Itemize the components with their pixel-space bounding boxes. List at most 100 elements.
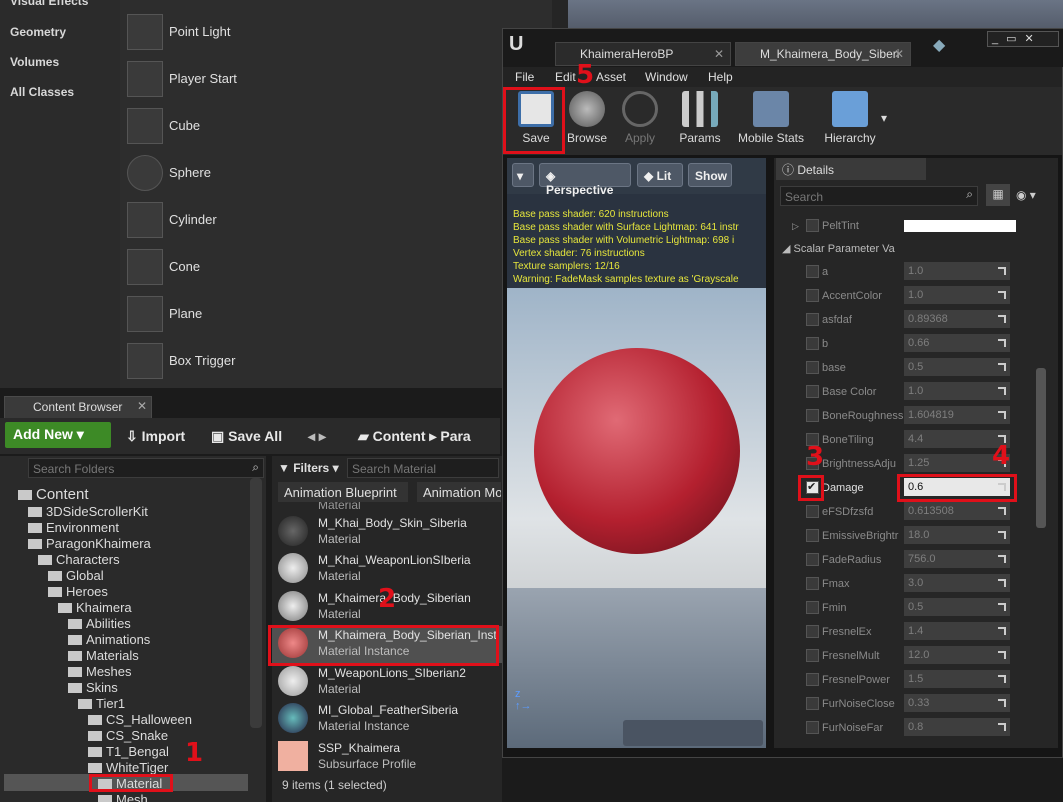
search-material-input[interactable]: Search Material — [347, 458, 499, 478]
import-button[interactable]: ⇩ Import — [120, 424, 191, 448]
section-scalar-params[interactable]: ◢ Scalar Parameter Va — [782, 242, 895, 255]
folder-item[interactable]: Tier1 — [78, 696, 125, 711]
param-value-input[interactable]: 1.0 — [904, 286, 1010, 304]
param-value-input[interactable]: 12.0 — [904, 646, 1010, 664]
close-icon[interactable]: ✕ — [137, 399, 147, 413]
details-search-input[interactable]: Search ⌕ — [780, 186, 978, 206]
mobile-stats-button[interactable]: Mobile Stats — [735, 91, 807, 151]
param-value-input[interactable]: 1.4 — [904, 622, 1010, 640]
param-override-checkbox[interactable] — [806, 721, 819, 734]
asset-item[interactable]: M_Khai_WeaponLionSIberia Material — [272, 551, 502, 588]
param-override-checkbox[interactable] — [806, 649, 819, 662]
folder-item[interactable]: Environment — [28, 520, 119, 535]
category-visual-effects[interactable]: Visual Effects — [10, 0, 88, 8]
asset-item[interactable]: M_WeaponLions_SIberian2 Material — [272, 664, 502, 701]
folder-item[interactable]: CS_Snake — [88, 728, 168, 743]
param-override-checkbox[interactable] — [806, 409, 819, 422]
folder-item[interactable]: ParagonKhaimera — [28, 536, 151, 551]
param-override-checkbox[interactable] — [806, 601, 819, 614]
material-preview-viewport[interactable]: ▾ ◈ Perspective ◆ Lit Show Base pass sha… — [507, 158, 766, 748]
preview-shape-buttons[interactable] — [623, 720, 763, 746]
add-new-button[interactable]: Add New ▾ — [5, 422, 111, 448]
param-override-checkbox[interactable] — [806, 337, 819, 350]
param-value-input[interactable]: 1.0 — [904, 382, 1010, 400]
param-override-checkbox[interactable] — [806, 289, 819, 302]
param-value-input[interactable]: 0.613508 — [904, 502, 1010, 520]
folder-item[interactable]: Characters — [38, 552, 120, 567]
folder-item[interactable]: Meshes — [68, 664, 132, 679]
menu-window[interactable]: Window — [645, 70, 688, 84]
folder-item[interactable]: Animations — [68, 632, 150, 647]
menu-edit[interactable]: Edit — [555, 70, 576, 84]
asset-item[interactable]: MI_Global_FeatherSiberia Material Instanc… — [272, 701, 502, 738]
window-controls[interactable]: _▭✕ — [987, 31, 1059, 47]
param-value-input[interactable]: 0.8 — [904, 718, 1010, 736]
tab-content-browser[interactable]: Content Browser ✕ — [4, 396, 152, 418]
grid-view-icon[interactable]: ▦ — [986, 184, 1010, 206]
asset-item[interactable]: SSP_Khaimera Subsurface Profile — [272, 739, 502, 776]
close-icon[interactable]: ✕ — [894, 47, 904, 61]
param-value-input[interactable]: 0.5 — [904, 358, 1010, 376]
param-override-checkbox[interactable] — [806, 577, 819, 590]
category-all-classes[interactable]: All Classes — [10, 85, 74, 99]
folder-item[interactable]: Materials — [68, 648, 139, 663]
param-value-input[interactable]: 0.33 — [904, 694, 1010, 712]
tab-details[interactable]: ⓘ Details — [776, 158, 926, 180]
param-value-input[interactable]: 0.89368 — [904, 310, 1010, 328]
filters-button[interactable]: ▼ Filters ▾ — [278, 458, 340, 478]
filter-chip[interactable]: Animation Blueprint — [278, 482, 408, 502]
asset-item[interactable]: M_Khai_Body_Skin_Siberia Material — [272, 514, 502, 551]
param-value-input[interactable]: 18.0 — [904, 526, 1010, 544]
viewport-options-button[interactable]: ▾ — [512, 163, 534, 187]
folder-scrollbar[interactable] — [250, 478, 262, 728]
param-value-input[interactable]: 3.0 — [904, 574, 1010, 592]
place-item-sphere[interactable]: Sphere — [120, 152, 550, 196]
nav-back-forward[interactable]: ◂ ▸ — [302, 424, 342, 448]
place-item-plane[interactable]: Plane — [120, 293, 550, 337]
visibility-icon[interactable]: ◉ ▾ — [1016, 188, 1036, 202]
place-item-point-light[interactable]: Point Light — [120, 11, 550, 55]
param-override-checkbox[interactable] — [806, 265, 819, 278]
folder-item[interactable]: 3DSideScrollerKit — [28, 504, 148, 519]
browse-button[interactable]: Browse — [563, 91, 611, 151]
menu-asset[interactable]: Asset — [596, 70, 626, 84]
param-value-input[interactable]: 1.5 — [904, 670, 1010, 688]
menu-help[interactable]: Help — [708, 70, 733, 84]
folder-item[interactable]: WhiteTiger — [88, 760, 168, 775]
param-override-checkbox[interactable] — [806, 385, 819, 398]
place-item-cube[interactable]: Cube — [120, 105, 550, 149]
param-override-checkbox[interactable] — [806, 361, 819, 374]
param-override-checkbox[interactable] — [806, 697, 819, 710]
param-value-input[interactable]: 0.5 — [904, 598, 1010, 616]
menu-file[interactable]: File — [515, 70, 534, 84]
chevron-down-icon[interactable]: ▾ — [881, 111, 887, 125]
param-override-checkbox[interactable] — [806, 553, 819, 566]
show-button[interactable]: Show — [688, 163, 732, 187]
folder-item[interactable]: Abilities — [68, 616, 131, 631]
close-icon[interactable]: ✕ — [714, 47, 724, 61]
folder-item[interactable]: Heroes — [48, 584, 108, 599]
breadcrumb-content[interactable]: ▰ Content ▸ Para — [352, 424, 477, 448]
details-scrollbar[interactable] — [1036, 368, 1046, 528]
param-value-input[interactable]: 0.66 — [904, 334, 1010, 352]
place-item-cylinder[interactable]: Cylinder — [120, 199, 550, 243]
folder-item[interactable]: Khaimera — [58, 600, 132, 615]
param-override-checkbox[interactable] — [806, 673, 819, 686]
category-geometry[interactable]: Geometry — [10, 25, 66, 39]
param-value-input[interactable]: 1.604819 — [904, 406, 1010, 424]
folder-item[interactable]: Mesh — [98, 792, 148, 802]
color-swatch[interactable] — [904, 220, 1016, 232]
place-item-cone[interactable]: Cone — [120, 246, 550, 290]
tab-material-instance[interactable]: M_Khaimera_Body_Siberi ✕ — [735, 42, 911, 66]
folder-item[interactable]: CS_Halloween — [88, 712, 192, 727]
lit-button[interactable]: ◆ Lit — [637, 163, 683, 187]
perspective-button[interactable]: ◈ Perspective — [539, 163, 631, 197]
folder-item[interactable]: Content — [18, 486, 89, 503]
place-item-box-trigger[interactable]: Box Trigger — [120, 340, 550, 384]
param-value-input[interactable]: 756.0 — [904, 550, 1010, 568]
place-item-player-start[interactable]: Player Start — [120, 58, 550, 102]
folder-item[interactable]: T1_Bengal — [88, 744, 169, 759]
filter-chip[interactable]: Animation Mo — [417, 482, 501, 502]
param-value-input[interactable]: 1.0 — [904, 262, 1010, 280]
save-all-button[interactable]: ▣ Save All — [205, 424, 288, 448]
